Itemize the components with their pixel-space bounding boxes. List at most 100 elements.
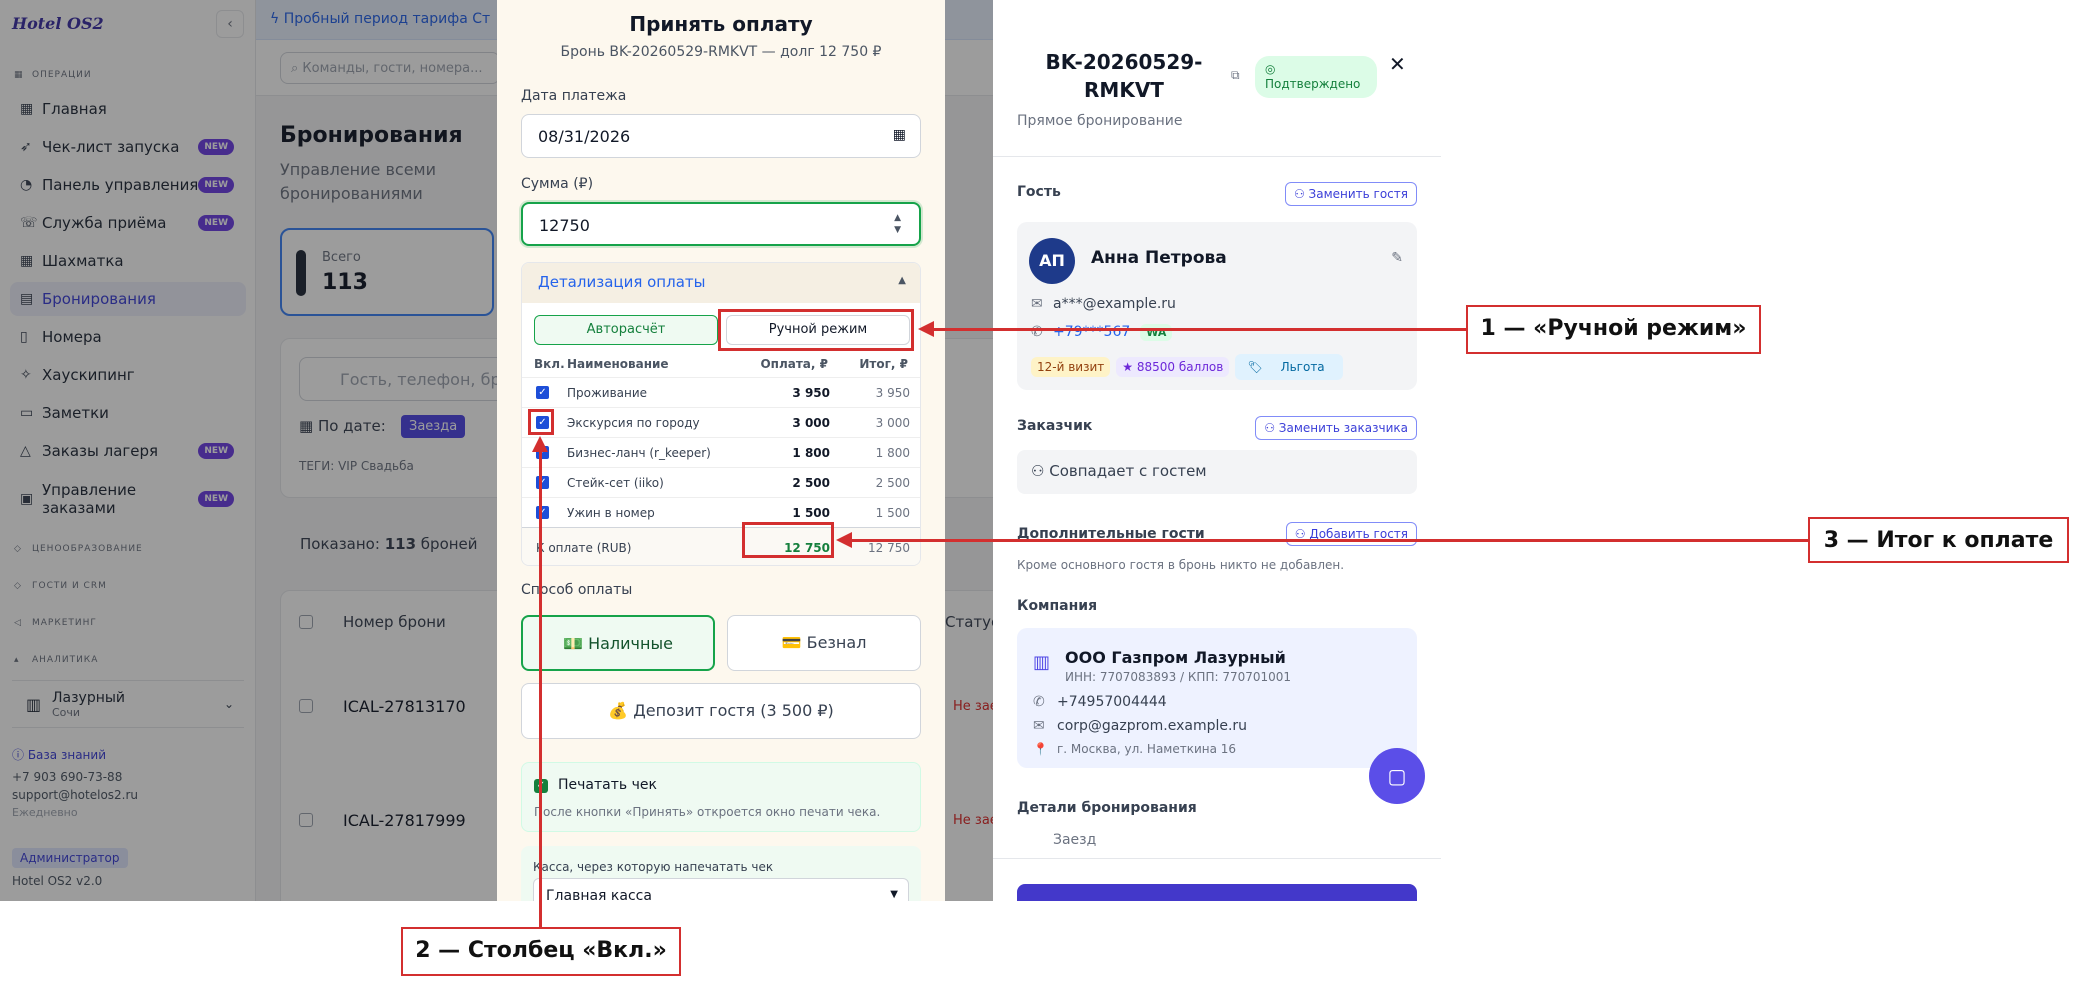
chat-icon: ▢ — [1387, 764, 1407, 788]
number-stepper-icon[interactable]: ▲ ▼ — [894, 212, 901, 236]
card-method-button[interactable]: 💳 Безнал — [727, 615, 921, 671]
highlight-manual-mode — [718, 309, 914, 351]
payment-method-label: Способ оплаты — [521, 582, 633, 598]
modal-title: Принять оплату — [629, 12, 813, 36]
booking-source: Прямое бронирование — [1017, 113, 1183, 129]
guest-name[interactable]: Анна Петрова — [1091, 248, 1227, 268]
annotation-line-3 — [852, 539, 1809, 542]
breakdown-row: ✓ Экскурсия по городу 3 000 3 000 — [522, 407, 920, 437]
copy-icon[interactable]: ⧉ — [1231, 68, 1240, 83]
replace-guest-button[interactable]: ⚇ Заменить гостя — [1284, 182, 1417, 206]
col-pay-header: Оплата, ₽ — [760, 357, 828, 371]
customer-same-as-guest: ⚇ Совпадает с гостем — [1017, 450, 1417, 494]
visits-badge: 12-й визит — [1031, 357, 1111, 377]
drawer-primary-button[interactable] — [1017, 884, 1417, 901]
payment-date-label: Дата платежа — [521, 88, 627, 104]
company-phone: ✆ +74957004444 — [1033, 694, 1167, 710]
arrow-icon — [836, 532, 852, 548]
company-heading: Компания — [1017, 598, 1098, 614]
item-total: 3 950 — [875, 386, 910, 400]
breakdown-row: ✓ Стейк-сет (iiko) 2 500 2 500 — [522, 467, 920, 497]
checkin-label: Заезд — [1053, 832, 1097, 848]
arrow-icon — [918, 321, 934, 337]
money-bag-icon: 💰 — [608, 701, 634, 720]
divider — [993, 156, 1441, 157]
user-icon: ⚇ — [1031, 462, 1050, 480]
modal-subtitle: Бронь BK-20260529-RMKVT — долг 12 750 ₽ — [560, 44, 882, 60]
company-card[interactable]: ▥ ООО Газпром Лазурный ИНН: 7707083893 /… — [1017, 628, 1417, 768]
card-icon: 💳 — [781, 633, 807, 652]
tag-icon: 🏷 — [1247, 360, 1263, 374]
annotation-line-1 — [934, 328, 1467, 331]
item-pay[interactable]: 3 950 — [792, 386, 830, 400]
col-on-header: Вкл. — [534, 357, 565, 371]
arrow-icon — [532, 436, 548, 452]
status-badge: ◎ Подтверждено — [1255, 56, 1377, 98]
total-label: К оплате (RUB) — [536, 541, 632, 555]
item-name: Экскурсия по городу — [567, 416, 700, 430]
cash-icon: 💵 — [563, 634, 589, 653]
total-total: 12 750 — [868, 541, 910, 555]
close-icon[interactable]: ✕ — [1389, 52, 1406, 76]
cash-register-box: Касса, через которую напечатать чек Глав… — [521, 846, 921, 901]
item-name: Проживание — [567, 386, 648, 400]
payment-date-input[interactable]: 08/31/2026 ▦ — [521, 114, 921, 158]
item-pay[interactable]: 1 800 — [792, 446, 830, 460]
highlight-total-payment — [742, 522, 834, 558]
print-receipt-hint: После кнопки «Принять» откроется окно пе… — [534, 805, 881, 819]
check-circle-icon: ◎ — [1265, 62, 1276, 76]
print-receipt-box: ✓ Печатать чек После кнопки «Принять» от… — [521, 762, 921, 832]
item-total: 1 800 — [875, 446, 910, 460]
calendar-icon[interactable]: ▦ — [893, 127, 906, 143]
cash-register-label: Касса, через которую напечатать чек — [533, 860, 774, 874]
item-total: 3 000 — [875, 416, 910, 430]
replace-customer-button[interactable]: ⚇ Заменить заказчика — [1255, 416, 1417, 440]
breakdown-toggle[interactable]: Детализация оплаты ▲ — [522, 263, 920, 303]
item-pay[interactable]: 1 500 — [792, 506, 830, 520]
guest-card: АП Анна Петрова ✎ ✉ a***@example.ru ✆ +79*… — [1017, 222, 1417, 390]
auto-calc-mode-button[interactable]: Авторасчёт — [534, 315, 718, 345]
col-total-header: Итог, ₽ — [859, 357, 908, 371]
amount-input[interactable]: 12750 ▲ ▼ — [521, 202, 921, 246]
breakdown-row: ✓ Проживание 3 950 3 950 — [522, 377, 920, 407]
include-checkbox[interactable]: ✓ — [536, 476, 549, 489]
whatsapp-badge[interactable]: WA — [1140, 324, 1173, 341]
include-checkbox[interactable]: ✓ — [536, 506, 549, 519]
item-name: Ужин в номер — [567, 506, 655, 520]
company-email: ✉ corp@gazprom.example.ru — [1033, 718, 1248, 734]
chat-button[interactable]: ▢ — [1369, 748, 1425, 804]
include-checkbox[interactable]: ✓ — [536, 386, 549, 399]
breakdown-row: ✓ Бизнес-ланч (r_keeper) 1 800 1 800 — [522, 437, 920, 467]
annotation-label-1: 1 — «Ручной режим» — [1466, 305, 1761, 354]
divider — [993, 858, 1441, 859]
company-inn: ИНН: 7707083893 / КПП: 770701001 — [1065, 670, 1292, 684]
company-name: ООО Газпром Лазурный — [1065, 648, 1286, 667]
item-pay[interactable]: 3 000 — [792, 416, 830, 430]
building-icon: ▥ — [1033, 652, 1051, 673]
booking-id: BK-20260529-RMKVT — [1045, 50, 1203, 102]
add-guest-button[interactable]: ⚇ Добавить гостя — [1285, 522, 1417, 546]
company-address: 📍 г. Москва, ул. Наметкина 16 — [1033, 742, 1237, 756]
edit-icon[interactable]: ✎ — [1391, 250, 1403, 266]
accept-payment-modal: Принять оплату Бронь BK-20260529-RMKVT —… — [497, 0, 945, 901]
highlight-include-column — [528, 409, 554, 435]
item-pay[interactable]: 2 500 — [792, 476, 830, 490]
phone-icon: ✆ — [1031, 324, 1043, 340]
no-extra-guests-text: Кроме основного гостя в бронь никто не д… — [1017, 558, 1345, 572]
breakdown-row: ✓ Ужин в номер 1 500 1 500 — [522, 497, 920, 527]
guest-tags: 12-й визит ★ 88500 баллов 🏷 Льгота — [1031, 354, 1349, 380]
annotation-label-3: 3 — Итог к оплате — [1808, 517, 2069, 563]
details-heading: Детали бронирования — [1017, 800, 1197, 816]
cash-register-select[interactable]: Главная касса ▼ — [533, 878, 909, 901]
app-screen: Hotel OS2 ‹ ▦ ОПЕРАЦИИ ▦ Главная ➶ Чек-лист… — [0, 0, 1441, 901]
pin-icon: 📍 — [1033, 742, 1048, 756]
guest-deposit-button[interactable]: 💰 Депозит гостя (3 500 ₽) — [521, 683, 921, 739]
mail-icon: ✉ — [1033, 718, 1045, 734]
guest-phone[interactable]: ✆ +79***567 WA — [1031, 324, 1173, 341]
benefit-badge: 🏷 Льгота — [1235, 354, 1343, 380]
print-receipt-label[interactable]: Печатать чек — [558, 777, 657, 793]
breakdown-total-row: К оплате (RUB) 12 750 12 750 — [522, 527, 920, 565]
points-badge: ★ 88500 баллов — [1116, 357, 1230, 377]
cash-method-button[interactable]: 💵 Наличные — [521, 615, 715, 671]
mail-icon: ✉ — [1031, 296, 1043, 312]
